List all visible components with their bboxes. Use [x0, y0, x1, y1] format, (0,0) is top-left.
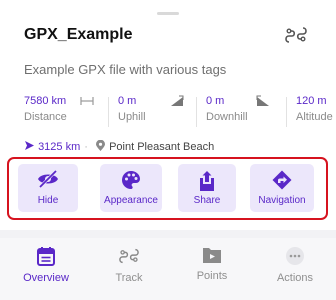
track-icon	[119, 248, 139, 264]
section-divider	[0, 230, 336, 238]
stat-downhill: 0 m Downhill	[206, 95, 269, 129]
track-description: Example GPX file with various tags	[24, 62, 227, 77]
tab-label: Actions	[276, 272, 314, 284]
stat-label: Distance	[24, 111, 67, 123]
place-name: Point Pleasant Beach	[109, 141, 215, 153]
track-title: GPX_Example	[24, 26, 133, 43]
share-icon	[200, 171, 214, 191]
navigation-button[interactable]: Navigation	[250, 164, 314, 212]
stats-row: 7580 km Distance 0 m Uphill 0 m Downhill…	[24, 95, 336, 129]
overview-icon	[37, 247, 55, 266]
tab-label: Points	[196, 270, 228, 282]
appearance-label: Appearance	[104, 195, 158, 206]
stat-value: 120 m	[296, 95, 327, 107]
stat-label: Altitude	[296, 111, 333, 123]
divider	[108, 97, 109, 127]
appearance-button[interactable]: Appearance	[100, 164, 162, 212]
route-icon[interactable]	[284, 24, 308, 46]
direction-arrow-icon	[25, 141, 34, 150]
distance-icon	[80, 97, 94, 105]
eye-off-icon	[38, 170, 58, 188]
tab-points[interactable]: Points	[177, 246, 247, 282]
navigation-label: Navigation	[258, 195, 306, 206]
stat-uphill: 0 m Uphill	[118, 95, 184, 129]
tab-track[interactable]: Track	[94, 246, 164, 284]
direction-distance: 3125 km	[38, 141, 81, 153]
location-row: 3125 km · Point Pleasant Beach	[24, 139, 215, 154]
tab-label: Overview	[23, 272, 69, 284]
stat-value: 0 m	[206, 95, 225, 107]
share-label: Share	[193, 195, 221, 206]
divider	[286, 97, 287, 127]
uphill-icon	[171, 95, 184, 106]
stat-distance: 7580 km Distance	[24, 95, 94, 129]
stat-label: Uphill	[118, 111, 146, 123]
location-pin-icon	[96, 139, 105, 151]
more-icon	[286, 247, 304, 265]
palette-icon	[122, 171, 140, 189]
tab-actions[interactable]: Actions	[260, 246, 330, 284]
separator: ·	[84, 141, 88, 153]
stat-value: 0 m	[118, 95, 137, 107]
hide-button[interactable]: Hide	[18, 164, 78, 212]
tab-overview[interactable]: Overview	[11, 246, 81, 284]
tab-label: Track	[115, 272, 143, 284]
stat-value: 7580 km	[24, 95, 67, 107]
hide-label: Hide	[37, 195, 59, 206]
stat-label: Downhill	[206, 111, 248, 123]
share-button[interactable]: Share	[178, 164, 236, 212]
navigation-icon	[272, 170, 292, 190]
folder-icon	[203, 248, 221, 263]
divider	[196, 97, 197, 127]
downhill-icon	[256, 95, 269, 106]
stat-altitude: 120 m Altitude	[296, 95, 333, 129]
drag-handle[interactable]	[157, 12, 179, 15]
